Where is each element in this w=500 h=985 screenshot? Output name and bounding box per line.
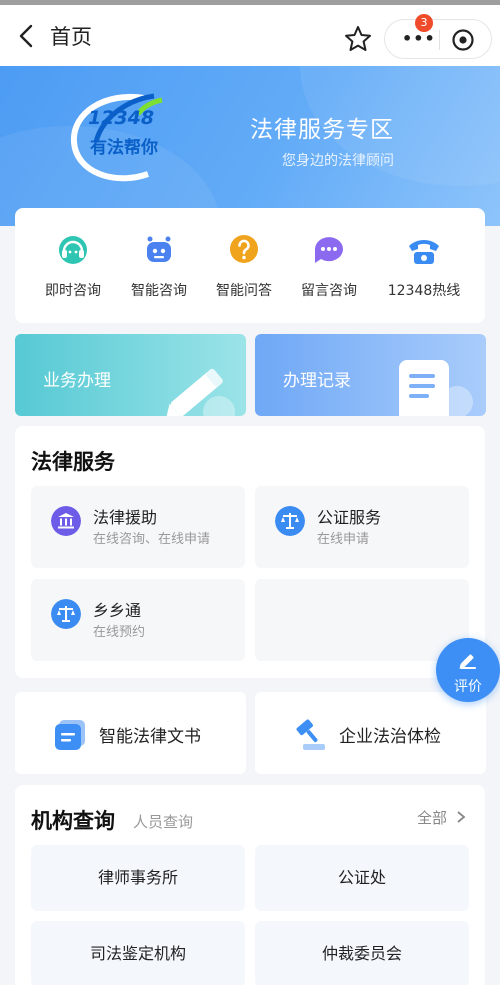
document-icon [399, 360, 473, 416]
close-target-icon[interactable] [451, 28, 475, 52]
consult-smart[interactable]: 智能咨询 [116, 232, 202, 300]
consult-card: 即时咨询 智能咨询 智能问答 留言咨询 12348热线 [15, 208, 485, 323]
records-label: 办理记录 [283, 371, 351, 391]
banner: 12348 有法帮你 法律服务专区 您身边的法律顾问 [0, 66, 500, 226]
evaluate-fab[interactable]: 评价 [436, 638, 500, 702]
institution-lookup-card: 机构查询 人员查询 全部 律师事务所 公证处 司法鉴定机构 仲裁委员会 [15, 785, 485, 985]
view-all-label: 全部 [417, 809, 448, 827]
consult-label: 12348热线 [387, 283, 461, 299]
consult-label: 智能问答 [216, 283, 272, 299]
service-subtitle: 在线申请 [317, 532, 370, 547]
business-handling-label: 业务办理 [43, 371, 111, 391]
banner-title: 法律服务专区 [250, 117, 394, 143]
consult-message[interactable]: 留言咨询 [286, 232, 372, 300]
institution-lookup-title: 机构查询 [31, 809, 115, 833]
headset-icon [59, 236, 87, 264]
12348-logo: 12348 有法帮你 [70, 93, 163, 182]
view-all-link[interactable]: 全部 [417, 807, 466, 828]
back-arrow-icon[interactable] [12, 21, 42, 51]
chat-icon [315, 237, 343, 263]
page-title: 首页 [50, 25, 92, 49]
enterprise-checkup-button[interactable]: 企业法治体检 [255, 692, 486, 774]
consult-label: 留言咨询 [301, 283, 357, 299]
consult-instant[interactable]: 即时咨询 [30, 232, 116, 300]
legal-services-title: 法律服务 [31, 450, 115, 474]
consult-label: 智能咨询 [131, 283, 187, 299]
smart-legal-docs-label: 智能法律文书 [99, 727, 201, 747]
evaluate-label: 评价 [454, 679, 482, 695]
legal-services-card: 法律服务 法律援助 在线咨询、在线申请 公证服务 在线申请 乡乡通 在线预约 [15, 426, 485, 678]
service-title: 乡乡通 [93, 601, 142, 620]
consult-label: 即时咨询 [45, 283, 101, 299]
pencil-icon [166, 368, 235, 416]
smart-legal-docs-button[interactable]: 智能法律文书 [15, 692, 246, 774]
org-notary-office[interactable]: 公证处 [255, 845, 469, 911]
capsule-divider [439, 30, 440, 50]
question-icon [230, 235, 258, 263]
logo-number: 12348 [88, 107, 154, 129]
robot-icon [147, 236, 171, 262]
enterprise-checkup-label: 企业法治体检 [339, 727, 441, 747]
navigation-bar: 首页 ••• 3 [0, 0, 500, 66]
scale-icon [51, 599, 81, 629]
org-forensic-institution[interactable]: 司法鉴定机构 [31, 921, 245, 985]
records-button[interactable]: 办理记录 [255, 334, 486, 416]
consult-hotline[interactable]: 12348热线 [378, 232, 470, 300]
service-subtitle: 在线咨询、在线申请 [93, 532, 211, 547]
service-legal-aid[interactable]: 法律援助 在线咨询、在线申请 [31, 486, 245, 568]
mini-program-capsule: ••• 3 [384, 14, 492, 59]
notification-badge: 3 [415, 14, 433, 32]
bank-icon [51, 506, 81, 536]
document-icon [55, 720, 85, 750]
org-arbitration-committee[interactable]: 仲裁委员会 [255, 921, 469, 985]
consult-qa[interactable]: 智能问答 [201, 232, 287, 300]
service-subtitle: 在线预约 [93, 625, 146, 640]
gavel-icon [296, 719, 325, 750]
service-title: 法律援助 [93, 508, 158, 527]
more-icon[interactable]: ••• [402, 29, 436, 48]
service-placeholder [255, 579, 469, 661]
chevron-right-icon [457, 811, 466, 823]
org-law-firm[interactable]: 律师事务所 [31, 845, 245, 911]
banner-subtitle: 您身边的法律顾问 [282, 153, 394, 169]
star-icon[interactable] [344, 25, 372, 53]
service-title: 公证服务 [317, 508, 382, 527]
service-village[interactable]: 乡乡通 在线预约 [31, 579, 245, 661]
phone-icon [409, 240, 439, 264]
business-handling-button[interactable]: 业务办理 [15, 334, 246, 416]
edit-icon [459, 654, 476, 669]
logo-text: 有法帮你 [90, 137, 158, 158]
scale-icon [275, 506, 305, 536]
personnel-lookup-tab[interactable]: 人员查询 [133, 811, 193, 832]
service-notary[interactable]: 公证服务 在线申请 [255, 486, 469, 568]
